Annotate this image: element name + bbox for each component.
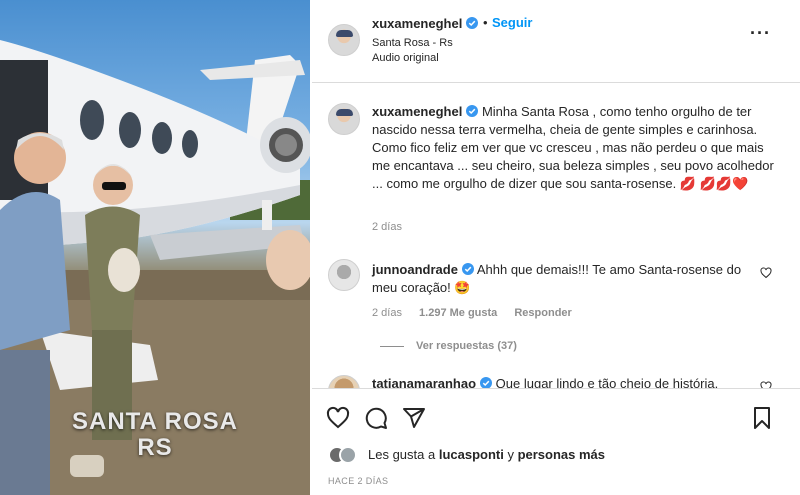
caption-timestamp[interactable]: 2 días xyxy=(372,221,402,233)
comment-body: Que lugar lindo e tão cheio de história. xyxy=(492,376,719,388)
comment-meta: 2 días 1.297 Me gusta Responder xyxy=(372,307,586,319)
comment-text: junnoandrade Ahhh que demais!!! Te amo S… xyxy=(372,261,762,297)
verified-badge-icon xyxy=(466,17,479,29)
likes-text: Les gusta a lucasponti y personas más xyxy=(368,447,605,462)
action-bar xyxy=(312,400,800,436)
liker-username[interactable]: lucasponti xyxy=(439,447,504,462)
username-text[interactable]: xuxameneghel xyxy=(372,16,462,31)
post-panel: xuxameneghel • Seguir Santa Rosa - Rs Au… xyxy=(312,0,800,495)
photo-overlay-line1: SANTA ROSA xyxy=(72,408,238,435)
photo-overlay-line2: RS xyxy=(137,434,173,461)
comment-likes-count[interactable]: 1.297 Me gusta xyxy=(419,307,497,319)
view-replies-label[interactable]: Ver respuestas (37) xyxy=(416,340,517,352)
post-photo[interactable]: SANTA ROSA RS xyxy=(0,0,310,495)
post-caption: xuxameneghel Minha Santa Rosa , como ten… xyxy=(372,103,774,193)
header-separator-dot: • xyxy=(483,15,488,30)
verified-badge-icon xyxy=(461,263,474,275)
caption-username[interactable]: xuxameneghel xyxy=(372,104,462,119)
share-icon[interactable] xyxy=(402,406,426,430)
avatar[interactable] xyxy=(328,24,360,56)
liker-avatar[interactable] xyxy=(339,446,357,464)
reply-button[interactable]: Responder xyxy=(514,307,571,319)
comments-divider xyxy=(312,388,800,389)
verified-badge-icon xyxy=(466,105,479,117)
avatar[interactable] xyxy=(328,259,360,291)
comment-username[interactable]: junnoandrade xyxy=(372,262,458,277)
comment-text: tatianamaranhao Que lugar lindo e tão ch… xyxy=(372,375,762,388)
comments-section[interactable]: xuxameneghel Minha Santa Rosa , como ten… xyxy=(312,83,800,388)
follow-button[interactable]: Seguir xyxy=(492,15,532,30)
heart-icon[interactable] xyxy=(326,406,350,430)
verified-badge-icon xyxy=(480,377,493,388)
audio-link[interactable]: Audio original xyxy=(372,52,439,64)
post-date[interactable]: HACE 2 DÍAS xyxy=(328,476,388,486)
bookmark-icon[interactable] xyxy=(750,406,774,430)
likes-summary: Les gusta a lucasponti y personas más xyxy=(328,444,788,466)
post-header: xuxameneghel • Seguir Santa Rosa - Rs Au… xyxy=(312,0,800,82)
comment-icon[interactable] xyxy=(364,406,388,430)
comment-heart-icon[interactable] xyxy=(760,381,772,388)
comment-timestamp[interactable]: 2 días xyxy=(372,307,402,319)
view-replies-button[interactable]: Ver respuestas (37) xyxy=(380,340,517,352)
likes-conjunction: y xyxy=(503,447,518,462)
likes-others-link[interactable]: personas más xyxy=(518,447,605,462)
likes-prefix: Les gusta a xyxy=(368,447,439,462)
avatar[interactable] xyxy=(328,375,360,388)
comment-username[interactable]: tatianamaranhao xyxy=(372,376,476,388)
comment-heart-icon[interactable] xyxy=(760,267,772,279)
avatar[interactable] xyxy=(328,103,360,135)
location-link[interactable]: Santa Rosa - Rs xyxy=(372,37,453,49)
header-username[interactable]: xuxameneghel xyxy=(372,16,479,31)
more-options-icon[interactable]: ··· xyxy=(750,24,771,42)
